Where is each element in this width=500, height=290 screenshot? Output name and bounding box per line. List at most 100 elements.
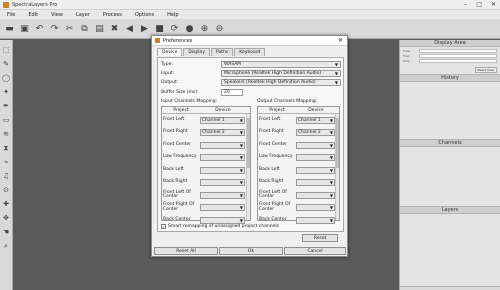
scrollbar-thumb[interactable] xyxy=(336,118,339,168)
history-title: History xyxy=(400,75,500,82)
frequency-tool-icon[interactable]: ≋ xyxy=(2,130,11,139)
display-field[interactable] xyxy=(419,59,497,63)
channel-device-select[interactable]: ▼ xyxy=(296,141,335,149)
channel-device-select[interactable]: ▼ xyxy=(296,154,335,162)
tab-bar: Device Display Paths Keyboard xyxy=(157,48,347,56)
buffer-size-label: Buffer Size (ms): xyxy=(161,90,199,95)
channel-device-select[interactable]: Channel 1 ▼ xyxy=(200,116,245,124)
chevron-down-icon: ▼ xyxy=(329,117,333,123)
channel-device-select[interactable]: ▼ xyxy=(200,204,245,212)
copy-icon[interactable]: ⧉ xyxy=(79,23,90,34)
channel-device-select[interactable]: ▼ xyxy=(200,179,245,187)
dialog-title-bar: Preferences ✕ xyxy=(152,36,347,46)
channel-project-label: Front Right xyxy=(163,129,188,135)
pen-tool-icon[interactable]: ✒ xyxy=(2,102,11,111)
stop-icon[interactable]: ■ xyxy=(154,23,165,34)
channel-device-select[interactable]: ▼ xyxy=(200,141,245,149)
menu-edit[interactable]: Edit xyxy=(28,12,38,18)
output-mapping-scrollbar[interactable] xyxy=(335,114,339,220)
dialog-title: Preferences xyxy=(163,37,193,44)
smart-remap-row[interactable]: ✓ Smart remapping of unassigned project … xyxy=(161,224,279,229)
record-icon[interactable]: ● xyxy=(184,23,195,34)
channel-device-select[interactable]: ▼ xyxy=(200,191,245,199)
reset-view-button[interactable]: Reset View xyxy=(474,67,497,73)
type-value: WASAPI xyxy=(224,62,242,67)
buffer-size-input[interactable]: 20 xyxy=(221,89,243,96)
reset-all-button[interactable]: Reset All xyxy=(154,247,218,255)
zoom-out-icon[interactable]: ⊖ xyxy=(214,23,225,34)
open-folder-icon[interactable]: ▬ xyxy=(4,23,15,34)
channel-device-select[interactable]: ▼ xyxy=(296,179,335,187)
play-icon[interactable]: ▶ xyxy=(139,23,150,34)
channel-device-select[interactable]: ▼ xyxy=(200,166,245,174)
close-icon[interactable]: ✕ xyxy=(491,1,496,8)
mapping-row: Front Left Of Center ▼ xyxy=(258,189,339,202)
mapping-row: Back Right ▼ xyxy=(258,177,339,190)
paste-icon[interactable]: ▤ xyxy=(94,23,105,34)
menu-options[interactable]: Options xyxy=(135,12,154,18)
display-field[interactable] xyxy=(419,54,497,58)
channel-device-select[interactable]: ▼ xyxy=(200,216,245,224)
channel-project-label: Front Right Of Center xyxy=(259,202,291,212)
menu-help[interactable]: Help xyxy=(167,12,178,18)
brush-tool-icon[interactable]: ✎ xyxy=(2,60,11,69)
scrollbar-thumb[interactable] xyxy=(247,118,250,168)
input-label: Input: xyxy=(161,71,175,76)
undo-icon[interactable]: ↶ xyxy=(34,23,45,34)
channel-device-select[interactable]: ▼ xyxy=(296,191,335,199)
channel-device-select[interactable]: ▼ xyxy=(296,216,335,224)
wand-tool-icon[interactable]: ✦ xyxy=(2,88,11,97)
zoom-tool-icon[interactable]: ⌕ xyxy=(2,242,11,251)
maximize-icon[interactable]: □ xyxy=(476,1,482,8)
ok-button[interactable]: Ok xyxy=(219,247,283,255)
reset-button[interactable]: Reset xyxy=(302,234,338,242)
smart-remap-checkbox[interactable]: ✓ xyxy=(161,224,166,229)
heal-tool-icon[interactable]: ✚ xyxy=(2,200,11,209)
tab-keyboard[interactable]: Keyboard xyxy=(234,48,266,56)
cancel-button[interactable]: Cancel xyxy=(284,247,346,255)
menu-process[interactable]: Process xyxy=(103,12,122,18)
type-select[interactable]: WASAPI ▼ xyxy=(221,61,341,68)
channel-device-select[interactable]: Channel 2 ▼ xyxy=(200,129,245,137)
output-select[interactable]: Speakers (Realtek High Definition Audio)… xyxy=(221,79,341,86)
loop-icon[interactable]: ⟳ xyxy=(169,23,180,34)
mapping-row: Front Right Channel 2 ▼ xyxy=(162,127,250,140)
select-tool-icon[interactable]: ⬚ xyxy=(2,46,11,55)
channel-device-select[interactable]: Channel 1 ▼ xyxy=(296,116,335,124)
channel-project-label: Back Left xyxy=(163,166,184,172)
tab-device[interactable]: Device xyxy=(157,48,183,56)
display-field[interactable] xyxy=(419,49,497,53)
input-select[interactable]: Microphone (Realtek High Definition Audi… xyxy=(221,70,341,77)
save-icon[interactable]: ▣ xyxy=(19,23,30,34)
channel-device-select[interactable]: ▼ xyxy=(296,166,335,174)
lasso-tool-icon[interactable]: ◯ xyxy=(2,74,11,83)
hand-tool-icon[interactable]: ☚ xyxy=(2,228,11,237)
menu-file[interactable]: File xyxy=(7,12,15,18)
input-mapping-scrollbar[interactable] xyxy=(246,114,250,220)
eraser-tool-icon[interactable]: ▭ xyxy=(2,116,11,125)
time-tool-icon[interactable]: ⧗ xyxy=(2,144,11,153)
tab-display[interactable]: Display xyxy=(183,48,210,56)
redo-icon[interactable]: ↷ xyxy=(49,23,60,34)
chevron-down-icon: ▼ xyxy=(329,155,333,161)
clone-tool-icon[interactable]: ⊙ xyxy=(2,186,11,195)
menu-view[interactable]: View xyxy=(51,12,63,18)
harmonic-tool-icon[interactable]: ♫ xyxy=(2,172,11,181)
move-tool-icon[interactable]: ✥ xyxy=(2,214,11,223)
chevron-down-icon: ▼ xyxy=(329,130,333,136)
tab-paths[interactable]: Paths xyxy=(210,48,234,56)
close-icon[interactable]: ✕ xyxy=(338,37,343,44)
rewind-icon[interactable]: ◀ xyxy=(124,23,135,34)
mapping-row: Front Right Channel 2 ▼ xyxy=(258,127,339,140)
minimize-icon[interactable]: – xyxy=(464,1,467,8)
zoom-in-icon[interactable]: ⊕ xyxy=(199,23,210,34)
channel-device-select[interactable]: ▼ xyxy=(200,154,245,162)
channel-device-select[interactable]: ▼ xyxy=(296,204,335,212)
chevron-down-icon: ▼ xyxy=(239,217,243,223)
channel-device-select[interactable]: Channel 2 ▼ xyxy=(296,129,335,137)
menu-layer[interactable]: Layer xyxy=(76,12,90,18)
channel-project-label: Front Left xyxy=(163,116,185,122)
sample-tool-icon[interactable]: ⌁ xyxy=(2,158,11,167)
delete-icon[interactable]: ✖ xyxy=(109,23,120,34)
cut-icon[interactable]: ✂ xyxy=(64,23,75,34)
